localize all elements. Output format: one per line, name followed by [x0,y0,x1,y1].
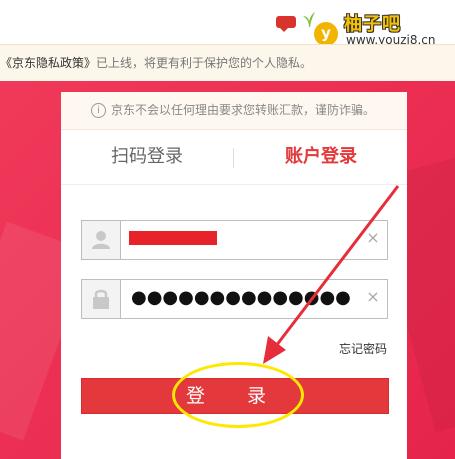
redacted-username [129,231,217,245]
clear-username-icon[interactable]: × [365,230,381,246]
leaf-icon [303,12,315,27]
login-tabs: 扫码登录 账户登录 [61,130,407,185]
username-input[interactable] [121,221,359,259]
top-bar: y 柚子吧 www.youzi8.cn [0,0,455,47]
password-input[interactable]: ●●●●●●●●●●●●●● [121,280,359,318]
password-field[interactable]: ●●●●●●●●●●●●●● × [81,279,388,319]
password-mask: ●●●●●●●●●●●●●● [131,287,351,308]
annotation-circle [172,362,304,428]
tab-divider [233,148,234,168]
youzi-logo-badge: y [314,22,338,46]
tab-qr-login[interactable]: 扫码登录 [61,130,233,184]
lock-icon [82,280,121,318]
forgot-password-link[interactable]: 忘记密码 [339,340,387,357]
privacy-notice-bar: 《京东隐私政策》已上线，将更有利于保护您的个人隐私。 [0,44,455,82]
chat-icon [276,16,296,32]
user-icon [82,221,121,259]
clear-password-icon[interactable]: × [365,289,381,305]
info-icon: i [91,103,106,118]
privacy-policy-link[interactable]: 《京东隐私政策》 [0,56,96,70]
safety-tip: i 京东不会以任何理由要求您转账汇款，谨防诈骗。 [61,92,407,130]
tab-account-login[interactable]: 账户登录 [235,130,407,184]
privacy-notice-text: 已上线，将更有利于保护您的个人隐私。 [96,56,313,70]
safety-tip-text: 京东不会以任何理由要求您转账汇款，谨防诈骗。 [111,103,376,117]
username-field[interactable]: × [81,220,388,260]
